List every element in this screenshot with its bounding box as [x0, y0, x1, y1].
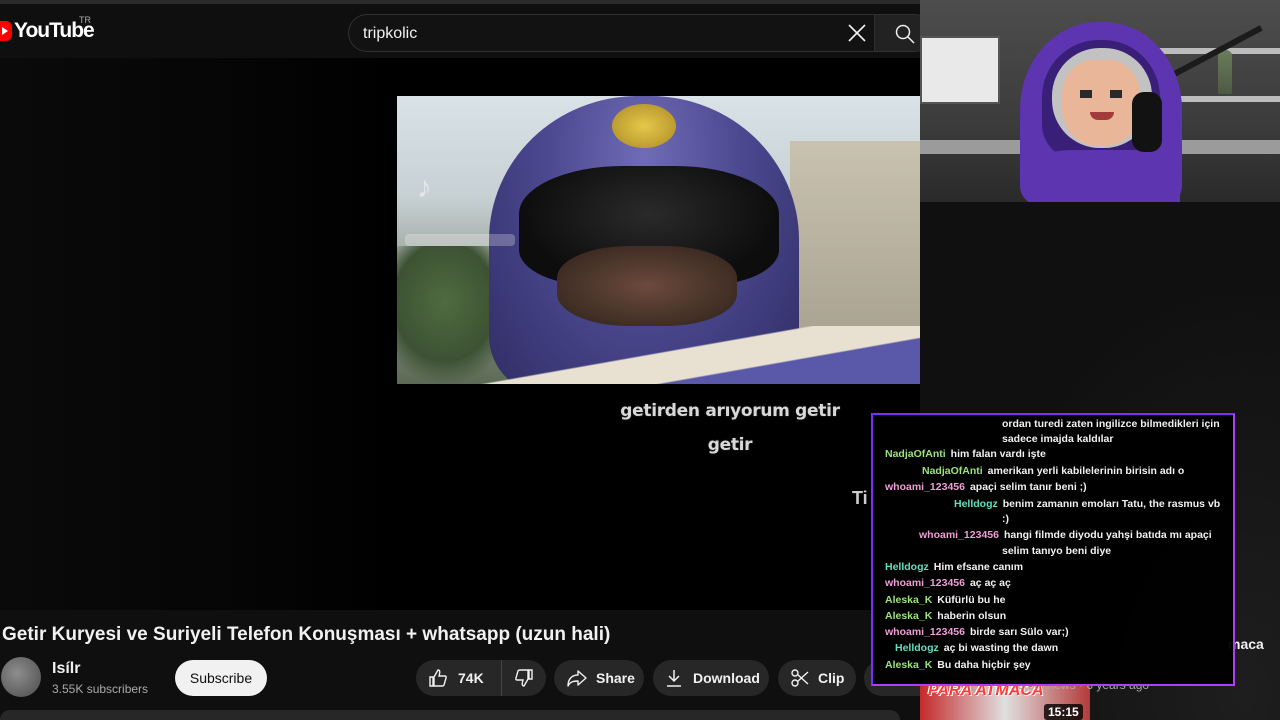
streamer-webcam-overlay	[920, 0, 1280, 202]
video-caption: getirden arıyorum getir getir	[585, 394, 875, 462]
chat-username: Aleska_K	[885, 610, 933, 622]
caption-line-1: getirden arıyorum getir	[620, 401, 840, 421]
chat-message: sadece imajda kaldılar	[1002, 432, 1113, 448]
background-wall	[790, 141, 920, 341]
chat-message: whoami_123456 hangi filmde diyodu yahşi b…	[919, 528, 1212, 544]
chat-username: Helldogz	[895, 642, 939, 654]
clip-label: Clip	[818, 670, 845, 686]
microphone	[1132, 92, 1162, 152]
youtube-logo[interactable]: YouTube TR	[0, 15, 95, 44]
channel-name[interactable]: Isílr	[52, 660, 80, 678]
helmet-logo	[612, 104, 676, 148]
chat-username: NadjaOfAnti	[922, 465, 983, 477]
chat-message: ordan turedi zaten ingilizce bilmedikler…	[1002, 417, 1220, 433]
chat-username: Helldogz	[954, 498, 998, 510]
clip-button[interactable]: Clip	[778, 660, 856, 696]
chat-text: :)	[1002, 513, 1009, 525]
chat-username: whoami_123456	[919, 529, 999, 541]
jacket-stripe	[457, 326, 920, 384]
thumbs-down-icon	[515, 669, 533, 687]
chat-text: hangi filmde diyodu yahşi batıda mı apaç…	[1003, 529, 1212, 541]
video-player[interactable]: ♪ getirden arıyorum getir getir Ti	[0, 58, 920, 610]
chat-message: Helldogz Him efsane canım	[885, 560, 1023, 576]
chat-text: apaçi selim tanır beni ;)	[969, 481, 1087, 493]
share-label: Share	[596, 670, 635, 686]
chat-message: Helldogz benim zamanın emoları Tatu, the …	[954, 497, 1220, 513]
chat-text: aç aç aç	[969, 577, 1011, 589]
streamer-avatar-eye	[1110, 90, 1122, 98]
chat-message: Aleska_K Küfürlü bu he	[885, 593, 1006, 609]
youtube-header: YouTube TR tripkolic	[0, 4, 934, 58]
tiktok-icon: ♪	[417, 171, 432, 204]
player-letterbox	[0, 58, 398, 610]
subscriber-count: 3.55K subscribers	[52, 682, 149, 696]
chat-username: Helldogz	[885, 561, 929, 573]
chat-text: amerikan yerli kabilelerinin birisin adı…	[987, 465, 1185, 477]
chat-username: Aleska_K	[885, 594, 933, 606]
search-input[interactable]: tripkolic	[348, 14, 874, 52]
plant	[1218, 50, 1232, 94]
download-button[interactable]: Download	[653, 660, 769, 696]
chat-text: him falan vardı işte	[950, 448, 1046, 460]
chat-text: selim tanıyo beni diye	[1002, 545, 1112, 557]
chat-text: aç bi wasting the dawn	[943, 642, 1059, 654]
streamer-avatar-eye	[1080, 90, 1092, 98]
chat-text: birde sarı Sülo var;)	[969, 626, 1069, 638]
like-dislike-group: 74K	[416, 660, 546, 696]
chat-text: benim zamanın emoları Tatu, the rasmus v…	[1002, 498, 1221, 510]
chat-text: Him efsane canım	[933, 561, 1024, 573]
search-icon	[895, 24, 915, 44]
streamer-avatar-body	[1028, 150, 1180, 202]
video-title: Getir Kuryesi ve Suriyeli Telefon Konuşm…	[2, 624, 611, 645]
chat-message: Aleska_K haberin olsun	[885, 609, 1006, 625]
scissors-icon	[791, 669, 809, 687]
chat-text: Küfürlü bu he	[937, 594, 1006, 606]
dislike-button[interactable]	[502, 660, 546, 696]
streamer-avatar-face	[1062, 60, 1140, 146]
chat-message: :)	[1002, 512, 1009, 528]
avatar[interactable]	[1, 657, 41, 697]
like-count: 74K	[458, 670, 484, 686]
chat-username: NadjaOfAnti	[885, 448, 946, 460]
country-code: TR	[79, 15, 91, 25]
chat-username: whoami_123456	[885, 577, 965, 589]
search-query-text: tripkolic	[363, 25, 418, 42]
tiktok-watermark	[405, 234, 515, 246]
chat-message: NadjaOfAnti amerikan yerli kabilelerinin …	[922, 464, 1184, 480]
background-monitor	[920, 36, 1000, 104]
stream-chat-overlay: ordan turedi zaten ingilizce bilmedikler…	[871, 413, 1235, 686]
caption-line-2: getir	[707, 435, 753, 455]
chat-message: whoami_123456 apaçi selim tanır beni ;)	[885, 480, 1087, 496]
chat-message: Helldogz aç bi wasting the dawn	[895, 641, 1058, 657]
download-icon	[667, 670, 681, 687]
chat-username: Aleska_K	[885, 659, 933, 671]
chat-message: whoami_123456 aç aç aç	[885, 576, 1011, 592]
chat-message: NadjaOfAnti him falan vardı işte	[885, 447, 1046, 463]
chat-message: selim tanıyo beni diye	[1002, 544, 1111, 560]
subscribe-button[interactable]: Subscribe	[175, 660, 267, 696]
chat-text: ordan turedi zaten ingilizce bilmedikler…	[1002, 418, 1220, 430]
youtube-play-icon	[0, 21, 12, 41]
share-button[interactable]: Share	[554, 660, 644, 696]
tiktok-watermark-text: Ti	[852, 488, 868, 508]
download-label: Download	[693, 670, 760, 686]
video-frame: ♪	[397, 96, 920, 384]
chat-username: whoami_123456	[885, 481, 965, 493]
chat-text: sadece imajda kaldılar	[1002, 433, 1114, 445]
chat-message: whoami_123456 birde sarı Sülo var;)	[885, 625, 1069, 641]
video-duration-badge: 15:15	[1044, 704, 1083, 720]
chat-message: Aleska_K Bu daha hiçbir şey	[885, 658, 1031, 674]
thumbs-up-icon	[429, 669, 447, 687]
chat-text: Bu daha hiçbir şey	[937, 659, 1031, 671]
description-box[interactable]	[0, 710, 900, 720]
chat-username: whoami_123456	[885, 626, 965, 638]
share-icon	[567, 670, 587, 687]
like-button[interactable]: 74K	[416, 660, 502, 696]
close-icon[interactable]	[846, 22, 868, 44]
chat-text: haberin olsun	[937, 610, 1007, 622]
rider-face	[557, 246, 737, 326]
